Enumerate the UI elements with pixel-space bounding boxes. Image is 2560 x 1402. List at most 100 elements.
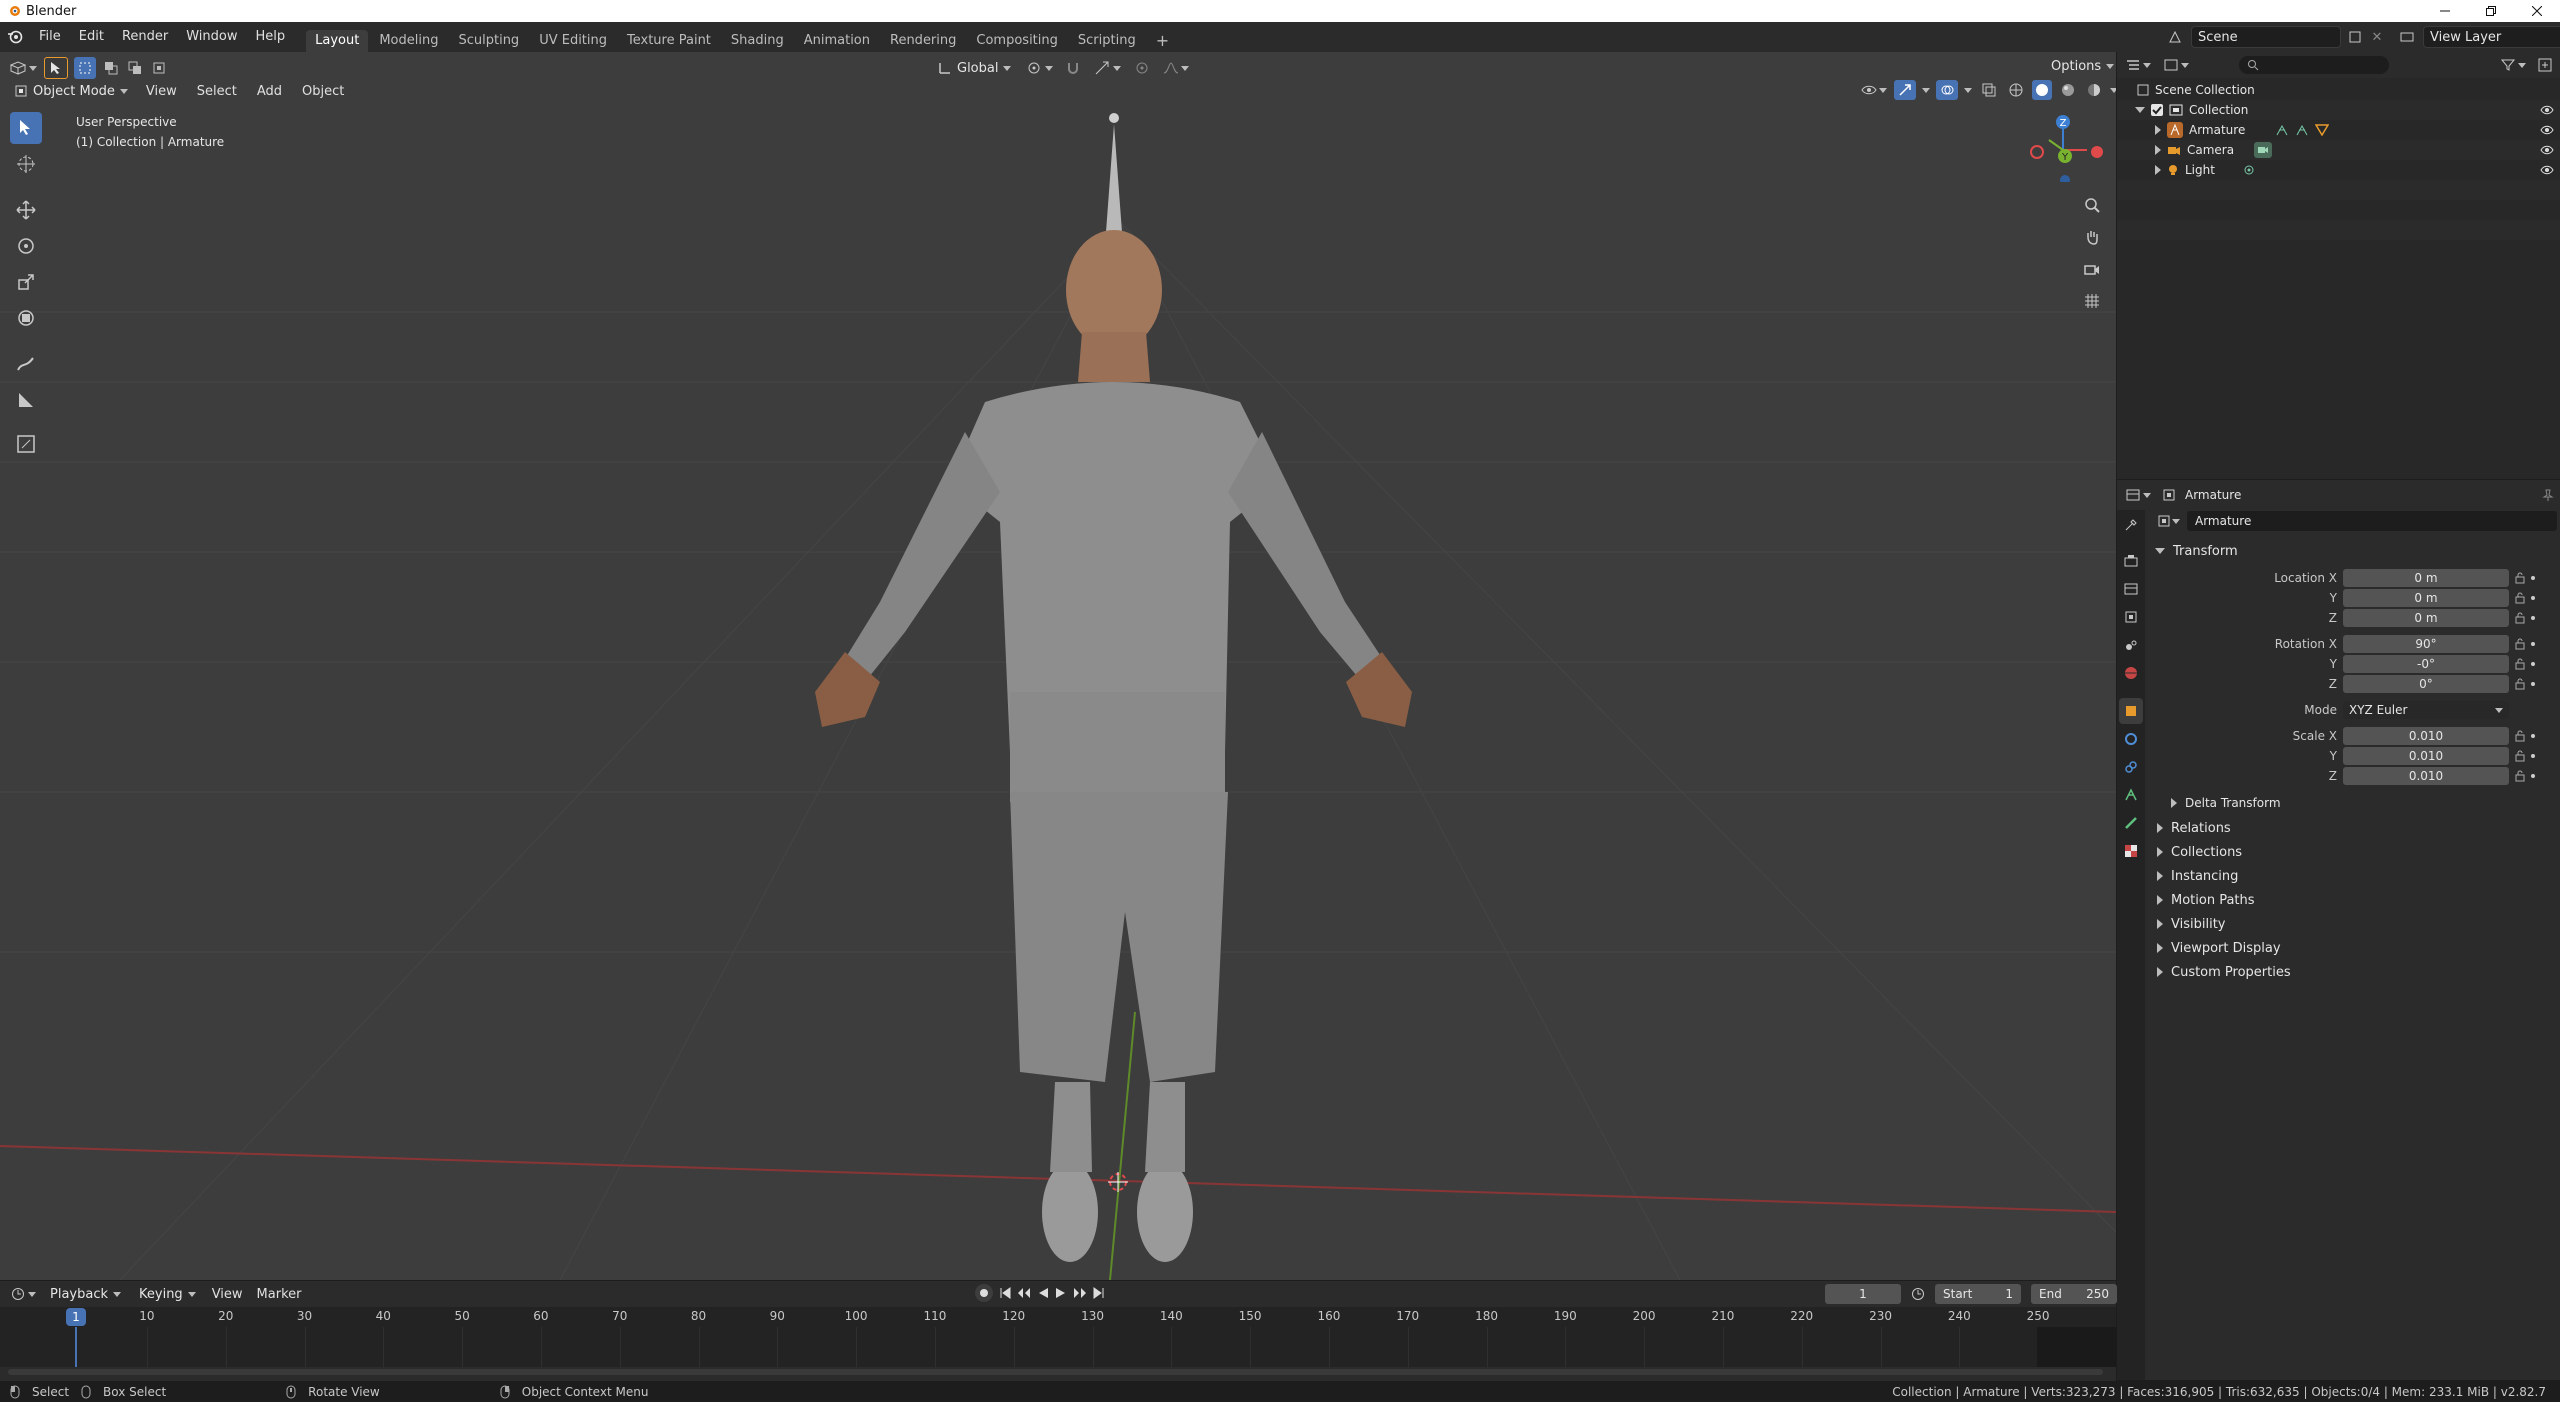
playback-menu[interactable]: Playback <box>44 1283 127 1305</box>
menu-edit[interactable]: Edit <box>70 22 113 52</box>
keyframe-dot-icon[interactable] <box>2531 754 2535 758</box>
pan-hand-icon[interactable] <box>2077 222 2107 252</box>
display-mode-icon[interactable] <box>2161 59 2191 71</box>
record-icon[interactable] <box>975 1284 993 1302</box>
menu-window[interactable]: Window <box>177 22 246 52</box>
move-tool[interactable] <box>10 194 42 226</box>
world-tab-icon[interactable] <box>2119 660 2143 686</box>
overlay-dropdown-icon[interactable] <box>1964 87 1972 93</box>
panel-viewport-display[interactable]: Viewport Display <box>2157 936 2557 960</box>
location-y-field[interactable]: 0 m <box>2343 589 2509 607</box>
delta-transform-header[interactable]: Delta Transform <box>2171 792 2557 814</box>
lock-location-z-icon[interactable] <box>2515 612 2525 624</box>
cursor-tool[interactable] <box>10 148 42 180</box>
panel-custom-properties[interactable]: Custom Properties <box>2157 960 2557 984</box>
frame-ruler[interactable]: 10 20 30 40 50 60 70 80 90 100 110 120 130 140 150 160 1… <box>0 1307 2116 1327</box>
prev-keyframe-icon[interactable] <box>1017 1287 1031 1299</box>
close-icon[interactable] <box>2514 0 2560 22</box>
menu-file[interactable]: File <box>30 22 70 52</box>
new-collection-icon[interactable] <box>2536 58 2554 72</box>
snap-toggle-icon[interactable] <box>1063 61 1085 75</box>
new-scene-icon[interactable] <box>2347 31 2363 43</box>
lock-scale-z-icon[interactable] <box>2515 770 2525 782</box>
tab-texture-paint[interactable]: Texture Paint <box>618 30 720 52</box>
expand-camera-icon[interactable] <box>2155 145 2161 155</box>
tool-settings-tab-icon[interactable] <box>2119 512 2143 538</box>
shading-material-icon[interactable] <box>2058 83 2078 97</box>
tab-layout[interactable]: Layout <box>306 30 369 52</box>
outliner-row-armature[interactable]: Armature <box>2117 120 2560 140</box>
expand-light-icon[interactable] <box>2155 165 2161 175</box>
3d-viewport[interactable]: Global Options Object Mode View Select A… <box>0 52 2116 1280</box>
outliner-row-light[interactable]: Light <box>2117 160 2560 180</box>
keyframe-area[interactable] <box>0 1327 2117 1367</box>
armature-visibility-icon[interactable] <box>2540 125 2554 135</box>
rotation-x-field[interactable]: 90° <box>2343 635 2509 653</box>
add-cube-tool[interactable] <box>10 428 42 460</box>
scale-tool[interactable] <box>10 266 42 298</box>
editor-type-icon[interactable] <box>8 57 38 79</box>
keyframe-dot-icon[interactable] <box>2531 642 2535 646</box>
shading-dropdown-icon[interactable] <box>2110 87 2116 93</box>
panel-motion-paths[interactable]: Motion Paths <box>2157 888 2557 912</box>
xray-toggle-icon[interactable] <box>1978 83 2000 97</box>
viewport-menu-add[interactable]: Add <box>249 84 290 99</box>
collection-visibility-icon[interactable] <box>2540 105 2554 115</box>
pin-icon[interactable] <box>2542 489 2554 501</box>
collapse-collection-icon[interactable] <box>2135 107 2145 113</box>
transform-tool[interactable] <box>10 302 42 334</box>
mode-dropdown[interactable]: Object Mode <box>8 80 134 102</box>
jump-start-icon[interactable] <box>999 1287 1011 1299</box>
keyframe-dot-icon[interactable] <box>2531 662 2535 666</box>
tab-modeling[interactable]: Modeling <box>370 30 447 52</box>
rotation-y-field[interactable]: -0° <box>2343 655 2509 673</box>
snap-element-icon[interactable] <box>1093 61 1123 75</box>
keyframe-dot-icon[interactable] <box>2531 576 2535 580</box>
play-reverse-icon[interactable] <box>1037 1287 1049 1299</box>
gizmo-dropdown-icon[interactable] <box>1922 87 1930 93</box>
tab-scripting[interactable]: Scripting <box>1069 30 1145 52</box>
rotate-tool[interactable] <box>10 230 42 262</box>
visibility-selector-icon[interactable] <box>1860 83 1888 97</box>
outliner-row-scene-collection[interactable]: Scene Collection <box>2117 80 2560 100</box>
blender-menu-icon[interactable] <box>0 22 30 52</box>
add-workspace-icon[interactable]: + <box>1147 30 1178 52</box>
options-dropdown[interactable]: Options <box>2045 55 2116 77</box>
texture-tab-icon[interactable] <box>2119 838 2143 864</box>
measure-tool[interactable] <box>10 384 42 416</box>
menu-help[interactable]: Help <box>247 22 295 52</box>
preview-range-clock-icon[interactable] <box>1911 1287 1925 1301</box>
tab-sculpting[interactable]: Sculpting <box>449 30 528 52</box>
outliner-row-camera[interactable]: Camera <box>2117 140 2560 160</box>
lock-location-y-icon[interactable] <box>2515 592 2525 604</box>
proportional-edit-icon[interactable] <box>1131 61 1153 75</box>
restore-icon[interactable] <box>2468 0 2514 22</box>
location-z-field[interactable]: 0 m <box>2343 609 2509 627</box>
lock-scale-x-icon[interactable] <box>2515 730 2525 742</box>
scale-y-field[interactable]: 0.010 <box>2343 747 2509 765</box>
rotation-mode-dropdown[interactable]: XYZ Euler <box>2343 701 2509 719</box>
selection-mode-extend-icon[interactable] <box>102 57 120 79</box>
next-keyframe-icon[interactable] <box>1073 1287 1087 1299</box>
keying-menu[interactable]: Keying <box>133 1283 202 1305</box>
selection-mode-new-icon[interactable] <box>74 57 96 79</box>
select-box-tool[interactable] <box>10 112 42 144</box>
keyframe-dot-icon[interactable] <box>2531 616 2535 620</box>
lock-scale-y-icon[interactable] <box>2515 750 2525 762</box>
timeline-view-menu[interactable]: View <box>208 1287 247 1302</box>
viewport-menu-view[interactable]: View <box>138 84 185 99</box>
pivot-point-icon[interactable] <box>1025 61 1055 75</box>
view-layer-tab-icon[interactable] <box>2119 604 2143 630</box>
outliner-row-collection[interactable]: Collection <box>2117 100 2560 120</box>
viewport-menu-select[interactable]: Select <box>189 84 245 99</box>
properties-editor-icon[interactable] <box>2123 489 2153 501</box>
remove-scene-icon[interactable]: ✕ <box>2369 30 2385 45</box>
panel-collections[interactable]: Collections <box>2157 840 2557 864</box>
keyframe-dot-icon[interactable] <box>2531 734 2535 738</box>
camera-visibility-icon[interactable] <box>2540 145 2554 155</box>
perspective-toggle-icon[interactable] <box>2077 286 2107 316</box>
zoom-icon[interactable] <box>2077 190 2107 220</box>
scale-z-field[interactable]: 0.010 <box>2343 767 2509 785</box>
menu-render[interactable]: Render <box>113 22 177 52</box>
filter-icon[interactable] <box>2498 59 2528 71</box>
